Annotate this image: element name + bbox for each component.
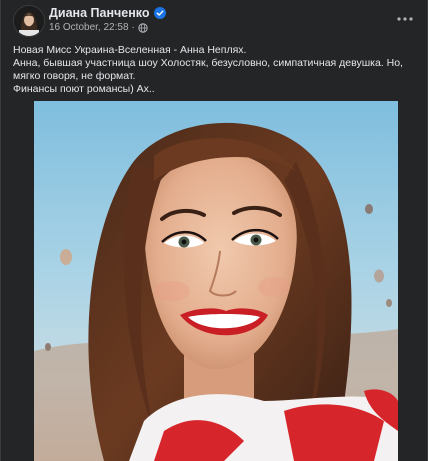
post-header: Диана Панченко 16 October, 22:58 ·: [1, 0, 427, 40]
author-name[interactable]: Диана Панченко: [49, 6, 150, 20]
author-row: Диана Панченко: [49, 6, 166, 20]
verified-badge-icon: [153, 7, 166, 19]
globe-icon[interactable]: [138, 22, 148, 33]
portrait-illustration: [34, 101, 398, 461]
more-options-button[interactable]: [395, 9, 415, 29]
post-text: Новая Мисс Украина-Вселенная - Анна Непл…: [13, 44, 417, 96]
meta-separator: ·: [131, 22, 135, 33]
facebook-post: Диана Панченко 16 October, 22:58 · Новая…: [0, 0, 428, 461]
avatar-image: [14, 6, 44, 36]
post-timestamp[interactable]: 16 October, 22:58: [49, 22, 129, 33]
post-text-line: Новая Мисс Украина-Вселенная - Анна Непл…: [13, 44, 247, 56]
more-options-icon: [397, 17, 413, 21]
post-photo[interactable]: [34, 101, 398, 461]
post-meta: 16 October, 22:58 ·: [49, 22, 148, 33]
author-avatar[interactable]: [13, 5, 45, 37]
post-text-line: Анна, бывшая участница шоу Холостяк, без…: [13, 57, 403, 82]
post-text-line: Финансы поют романсы) Ах..: [13, 83, 155, 95]
